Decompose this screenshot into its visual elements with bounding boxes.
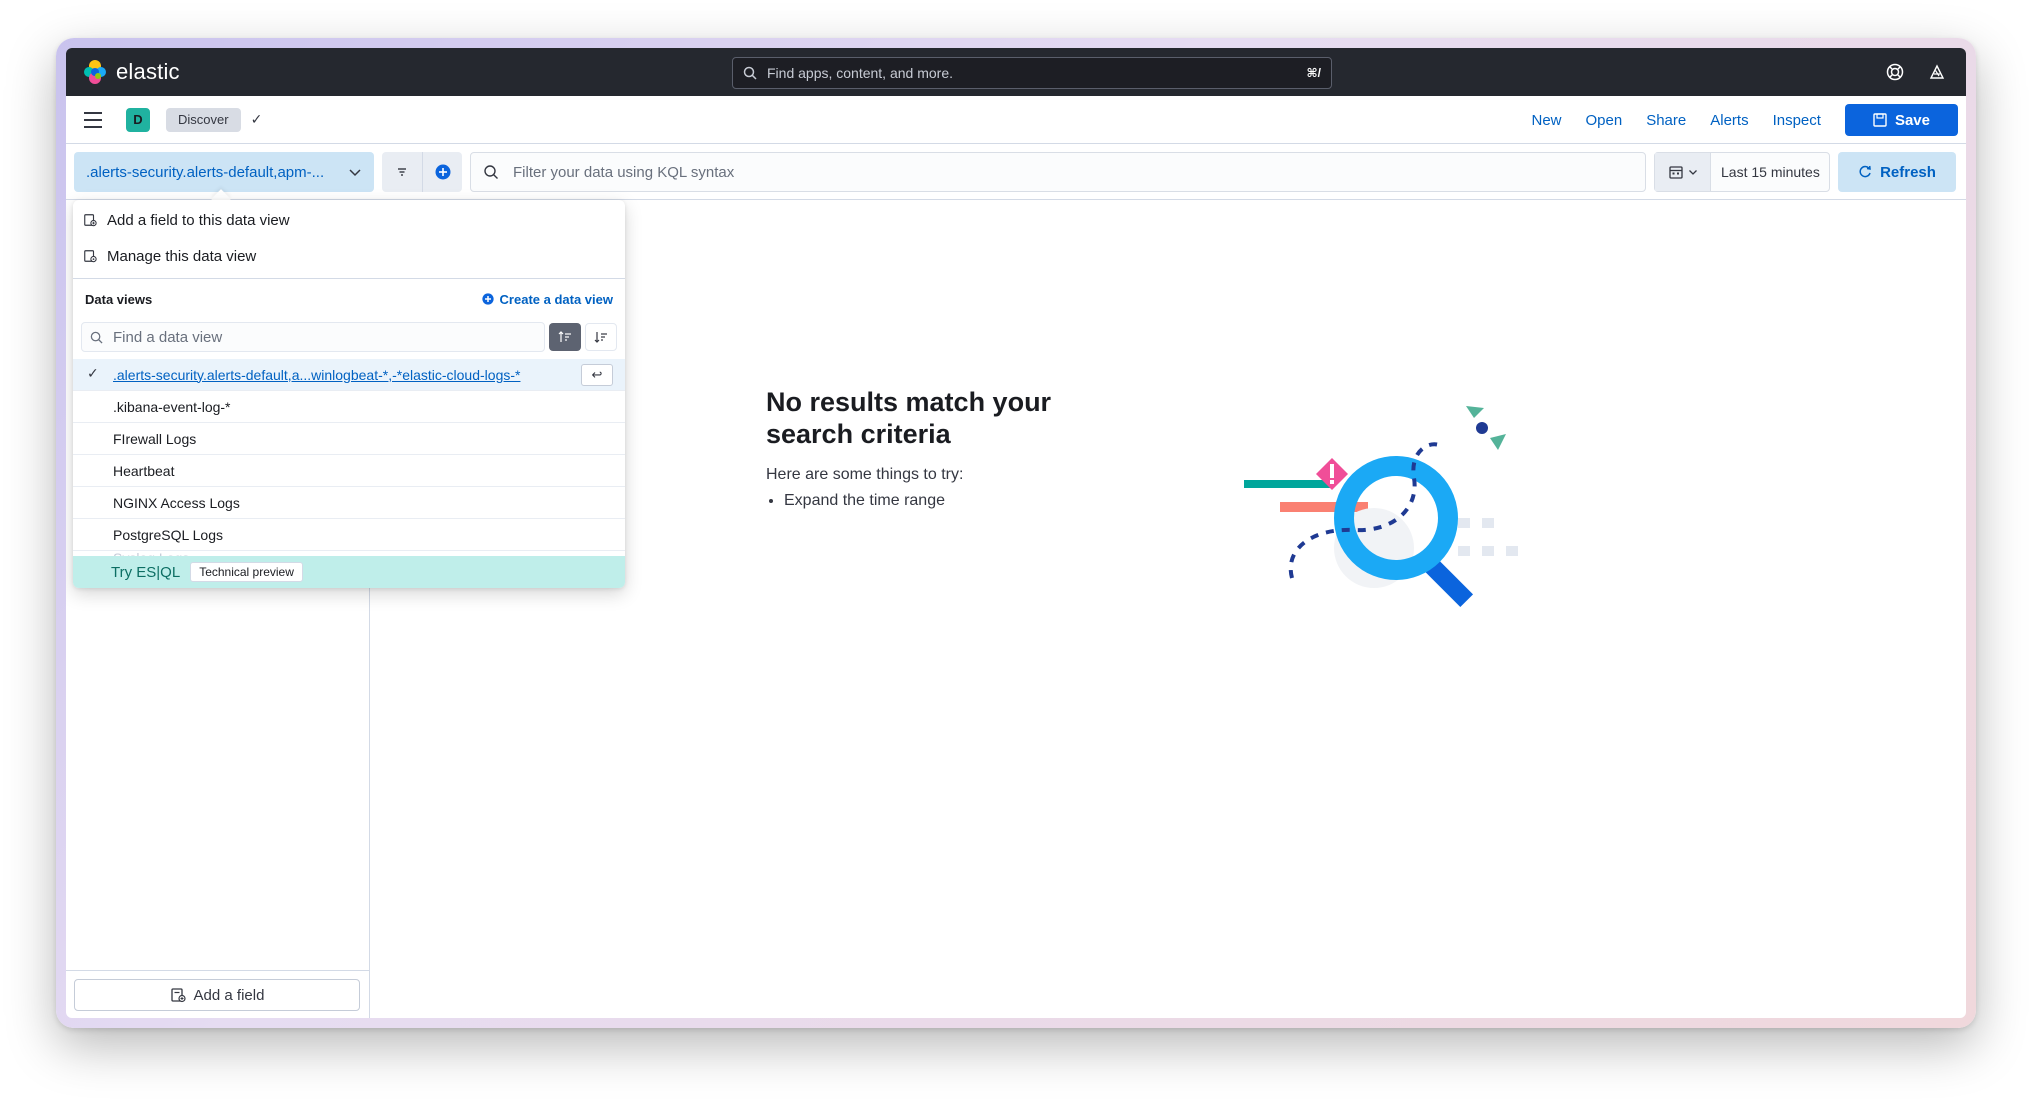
empty-state-tip: Expand the time range [784,492,945,510]
enter-key-icon: ↩ [581,364,613,386]
add-field-to-data-view-label: Add a field to this data view [107,211,290,229]
calendar-icon [1668,166,1683,179]
kibana-app: elastic Find apps, content, and more. ⌘/ [66,48,1966,1018]
save-label: Save [1894,111,1930,129]
add-field-button[interactable]: Add a field [74,979,360,1011]
add-field-to-data-view-item[interactable]: Add a field to this data view [73,202,625,238]
search-icon [90,331,103,344]
data-view-option-selected[interactable]: ✓ .alerts-security.alerts-default,a...wi… [73,359,625,391]
empty-state-title: No results match your search criteria [766,387,1052,449]
data-view-search-row: Find a data view [73,319,625,355]
data-view-picker[interactable]: .alerts-security.alerts-default,apm-... [74,152,374,192]
check-icon: ✓ [250,111,263,127]
kql-placeholder: Filter your data using KQL syntax [513,163,735,181]
app-bar: D Discover ✓ New Open Share Alerts Inspe… [66,96,1966,144]
add-filter-button[interactable] [422,152,462,192]
brand-name: elastic [116,59,180,84]
filter-menu-button[interactable] [382,152,422,192]
chevron-down-icon [349,169,361,177]
help-icon[interactable] [1886,63,1904,81]
share-link[interactable]: Share [1646,112,1686,129]
open-link[interactable]: Open [1586,112,1623,129]
add-field-icon [170,988,186,1003]
technical-preview-badge: Technical preview [190,562,303,582]
quick-menu-button[interactable] [1655,153,1711,191]
hamburger-menu-icon[interactable] [84,111,104,128]
data-views-header: Data views Create a data view [73,279,625,319]
keyboard-shortcut: ⌘/ [1306,66,1321,80]
add-field-label: Add a field [193,986,265,1004]
new-link[interactable]: New [1531,112,1561,129]
data-view-option[interactable]: NGINX Access Logs [73,487,625,519]
news-feed-icon[interactable] [1928,63,1946,81]
data-view-option[interactable]: FIrewall Logs [73,423,625,455]
alerts-link[interactable]: Alerts [1710,112,1748,129]
data-view-option[interactable]: PostgreSQL Logs [73,519,625,551]
sort-descending-icon [594,332,607,343]
save-icon [1873,113,1887,127]
find-data-view-input[interactable]: Find a data view [81,322,545,352]
manage-data-view-icon [84,250,97,263]
sidebar-footer: Add a field [66,970,369,1018]
sort-ascending-icon [558,331,571,342]
plus-circle-icon [435,164,450,180]
global-header: elastic Find apps, content, and more. ⌘/ [66,48,1966,96]
add-field-icon [84,214,97,227]
query-bar: .alerts-security.alerts-default,apm-... [66,144,1966,200]
chevron-down-icon [1688,170,1697,175]
browser-window: elastic Find apps, content, and more. ⌘/ [56,38,1976,1028]
refresh-button[interactable]: Refresh [1838,152,1956,192]
search-icon [743,66,757,80]
data-view-option-label: .alerts-security.alerts-default,a...winl… [113,366,521,383]
refresh-icon [1859,165,1871,178]
space-avatar[interactable]: D [126,107,150,132]
elastic-brand[interactable]: elastic [82,59,180,85]
elastic-logo-icon [84,60,106,84]
global-search-input[interactable]: Find apps, content, and more. ⌘/ [732,57,1332,89]
data-view-popover: Add a field to this data view Manage thi… [73,200,625,588]
empty-state-tips: Expand the time range [784,492,945,510]
create-data-view-button[interactable]: Create a data view [481,291,613,307]
create-data-view-label: Create a data view [499,291,613,307]
time-picker[interactable]: Last 15 minutes [1654,152,1830,192]
plus-circle-icon [481,293,494,305]
breadcrumb-discover[interactable]: Discover [166,107,241,132]
save-button[interactable]: Save [1844,104,1958,136]
data-view-option[interactable]: Heartbeat [73,455,625,487]
no-results-illustration-icon [1244,406,1518,608]
sort-descending-button[interactable] [585,323,617,351]
manage-data-view-item[interactable]: Manage this data view [73,238,625,274]
filter-icon [398,168,406,176]
search-icon [484,165,498,179]
time-range-label[interactable]: Last 15 minutes [1711,164,1820,180]
kql-query-input[interactable]: Filter your data using KQL syntax [470,152,1646,192]
data-view-picker-label: .alerts-security.alerts-default,apm-... [86,163,325,181]
find-data-view-placeholder: Find a data view [113,328,223,346]
check-icon: ✓ [87,365,99,381]
data-views-title: Data views [85,291,153,307]
refresh-label: Refresh [1880,163,1936,181]
inspect-link[interactable]: Inspect [1773,112,1821,129]
sort-ascending-button[interactable] [549,323,581,351]
global-search-placeholder: Find apps, content, and more. [767,65,953,81]
data-view-list: ✓ .alerts-security.alerts-default,a...wi… [73,359,625,565]
manage-data-view-label: Manage this data view [107,247,257,265]
empty-state-subtitle: Here are some things to try: [766,466,964,483]
try-esql-label: Try ES|QL [111,563,181,581]
try-esql-bar[interactable]: Try ES|QL Technical preview [73,556,625,588]
data-view-option[interactable]: .kibana-event-log-* [73,391,625,423]
